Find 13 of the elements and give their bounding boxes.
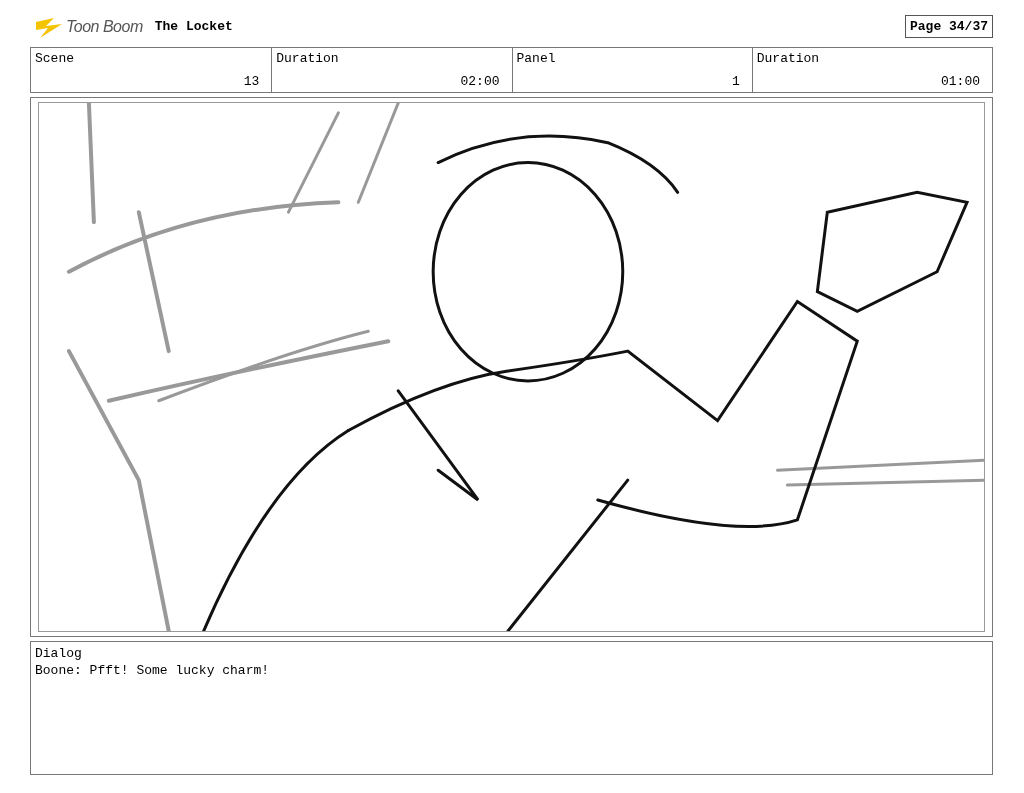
dialog-label: Dialog — [35, 646, 83, 661]
field-value: 02:00 — [460, 74, 500, 89]
field-value: 01:00 — [941, 74, 980, 89]
field-label: Panel — [516, 51, 556, 66]
field-label: Scene — [35, 51, 74, 66]
field-value: 1 — [731, 74, 740, 89]
page-number: Page 34/37 — [905, 15, 993, 38]
field-value: 13 — [243, 74, 260, 89]
project-title: The Locket — [154, 19, 233, 34]
field-label: Duration — [276, 51, 339, 66]
dialog-text: Boone: Pfft! Some lucky charm! — [35, 663, 271, 678]
field-label: Duration — [756, 51, 820, 66]
logo-text: Toon Boom — [66, 17, 143, 36]
